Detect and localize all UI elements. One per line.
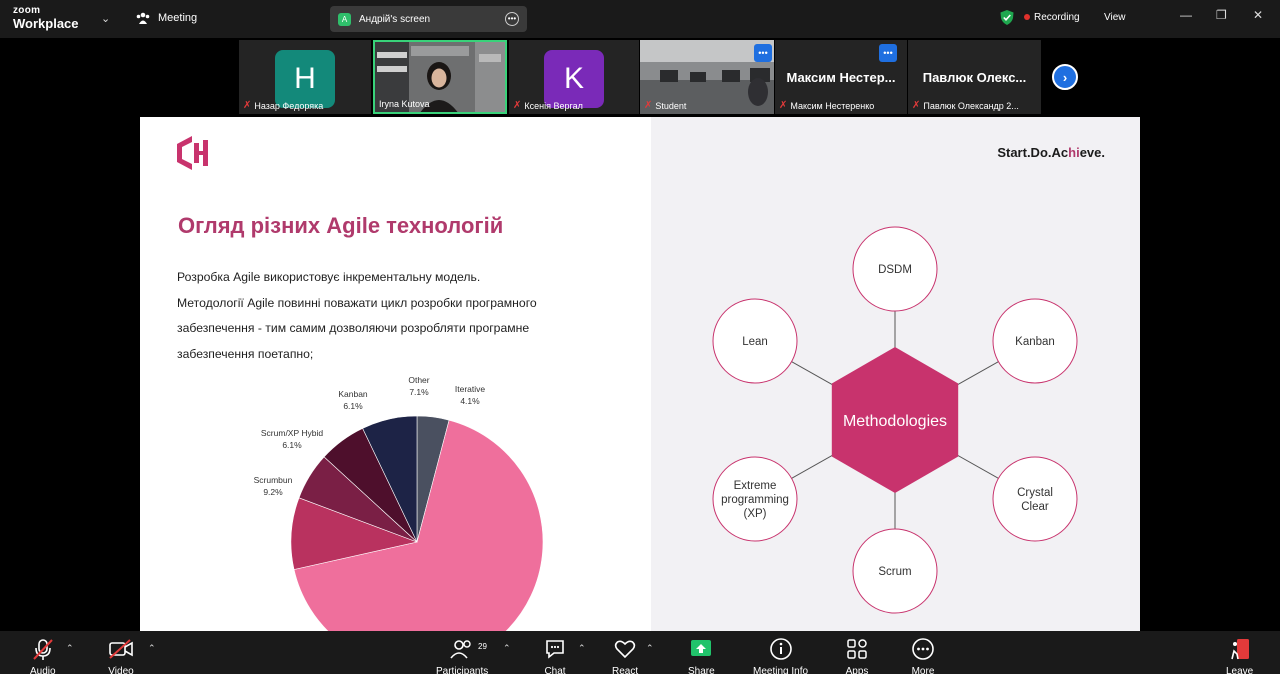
methodologies-diagram: Methodologies DSDM Kanban Crystal Clear Scrum… — [712, 226, 1078, 614]
mic-muted-icon — [33, 639, 53, 660]
info-icon — [769, 638, 792, 660]
screen-share-pill[interactable]: A Андрій's screen ••• — [330, 6, 527, 32]
participant-tile[interactable]: Павлюк Олекс... ✗ Павлюк Олександр 2... — [908, 40, 1041, 114]
node-label: Lean — [742, 336, 768, 348]
chat-icon — [546, 640, 564, 659]
minimize-icon[interactable]: — — [1180, 8, 1192, 22]
restore-icon[interactable]: ❐ — [1216, 8, 1227, 22]
meeting-icon — [136, 12, 150, 24]
participants-count: 29 — [478, 642, 487, 651]
shield-check-icon — [1000, 10, 1014, 25]
meeting-menu[interactable]: Meeting — [136, 12, 197, 24]
more-icon — [912, 638, 934, 660]
recording-label: Recording — [1024, 12, 1080, 23]
node-label: programming — [721, 494, 789, 506]
participant-tile[interactable]: H ✗ Назар Федоряка — [239, 40, 371, 114]
more-button[interactable]: More — [911, 637, 935, 674]
leave-icon — [1230, 639, 1249, 660]
close-icon[interactable]: ✕ — [1253, 8, 1263, 22]
audio-button[interactable]: Audio — [30, 637, 56, 674]
participant-name: ✗ Назар Федоряка — [243, 100, 324, 111]
node-label: DSDM — [878, 264, 912, 276]
chat-button[interactable]: Chat — [543, 637, 567, 674]
more-options-icon[interactable]: ••• — [879, 44, 897, 62]
node-label: (XP) — [744, 508, 767, 520]
participant-name: ✗ Максим Нестеренко — [779, 100, 875, 111]
methodology-node — [992, 456, 1078, 542]
heart-icon — [614, 640, 636, 659]
participants-options-caret[interactable]: ⌃ — [503, 643, 511, 654]
mic-muted-icon: ✗ — [644, 100, 653, 111]
participant-tile-active[interactable]: Iryna Kutova — [373, 40, 507, 114]
video-button[interactable]: Video — [108, 637, 134, 674]
participant-tile[interactable]: K ✗ Ксенія Вергал — [509, 40, 639, 114]
participant-display-name: Максим Нестер... — [786, 70, 896, 85]
react-button[interactable]: React — [612, 637, 638, 674]
mic-muted-icon: ✗ — [779, 100, 788, 111]
audio-options-caret[interactable]: ⌃ — [66, 643, 74, 654]
sharer-badge: A — [338, 12, 351, 26]
chevron-down-icon[interactable]: ⌄ — [101, 12, 110, 25]
node-label: Scrum — [878, 566, 911, 578]
video-off-icon — [109, 639, 133, 659]
apps-button[interactable]: Apps — [845, 637, 869, 674]
title-bar: zoom Workplace ⌄ Meeting A Андрій's scre… — [0, 0, 1280, 38]
leave-button[interactable]: Leave — [1226, 637, 1253, 674]
participant-name: ✗ Ксенія Вергал — [513, 100, 583, 111]
share-button[interactable]: Share — [688, 637, 715, 674]
participant-name: ✗ Павлюк Олександр 2... — [912, 100, 1019, 111]
screen-share-label: Андрій's screen — [359, 13, 431, 25]
mic-muted-icon: ✗ — [912, 100, 921, 111]
view-menu[interactable]: View — [1104, 12, 1126, 23]
meeting-info-button[interactable]: Meeting Info — [753, 637, 808, 674]
participant-tile[interactable]: ••• ✗ Student — [640, 40, 774, 114]
zoom-logo: zoom Workplace — [13, 5, 79, 31]
recording-status[interactable]: Recording — [1000, 10, 1080, 25]
more-options-icon[interactable]: ••• — [505, 12, 519, 26]
center-label: Methodologies — [843, 413, 947, 430]
meeting-toolbar: Audio ⌃ Video ⌃ Participants 29 ⌃ Chat ⌃… — [0, 631, 1280, 674]
chat-options-caret[interactable]: ⌃ — [578, 643, 586, 654]
recording-dot-icon — [1024, 14, 1030, 20]
next-participants-button[interactable]: › — [1052, 64, 1078, 90]
react-options-caret[interactable]: ⌃ — [646, 643, 654, 654]
node-label: Extreme — [734, 480, 777, 492]
participant-name: Iryna Kutova — [379, 99, 430, 109]
node-label: Clear — [1021, 501, 1049, 513]
participant-name: ✗ Student — [644, 100, 687, 111]
participant-tile[interactable]: ••• Максим Нестер... ✗ Максим Нестеренко — [775, 40, 907, 114]
node-label: Kanban — [1015, 336, 1055, 348]
recording-text: Recording — [1034, 12, 1080, 23]
brand-bottom: Workplace — [13, 16, 79, 31]
more-options-icon[interactable]: ••• — [754, 44, 772, 62]
participant-display-name: Павлюк Олекс... — [922, 70, 1027, 85]
share-screen-icon — [691, 640, 712, 656]
participant-strip: H ✗ Назар Федоряка Iryna Kutova K ✗ Ксенія… — [239, 38, 1041, 116]
participants-icon — [450, 640, 471, 659]
apps-icon — [847, 639, 867, 659]
meeting-label: Meeting — [158, 12, 198, 24]
video-options-caret[interactable]: ⌃ — [148, 643, 156, 654]
brand-top: zoom — [13, 5, 41, 16]
node-label: Crystal — [1017, 487, 1053, 499]
mic-muted-icon: ✗ — [513, 100, 522, 111]
shared-slide: Start.Do.Achieve. Огляд різних Agile тех… — [140, 117, 1140, 631]
mic-muted-icon: ✗ — [243, 100, 252, 111]
